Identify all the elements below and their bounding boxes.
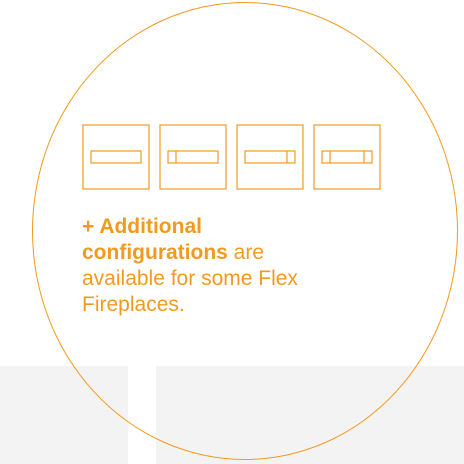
fireplace-configuration-icon <box>82 124 150 190</box>
caption-bold-text: + Additional configurations <box>82 215 228 264</box>
fireplace-configuration-icon <box>313 124 381 190</box>
configurations-caption: + Additional configurations are availabl… <box>82 214 322 318</box>
graphic-stage: + Additional configurations are availabl… <box>0 0 464 464</box>
fireplace-configuration-icon <box>236 124 304 190</box>
configuration-icons-row <box>82 124 381 190</box>
fireplace-configuration-icon <box>159 124 227 190</box>
